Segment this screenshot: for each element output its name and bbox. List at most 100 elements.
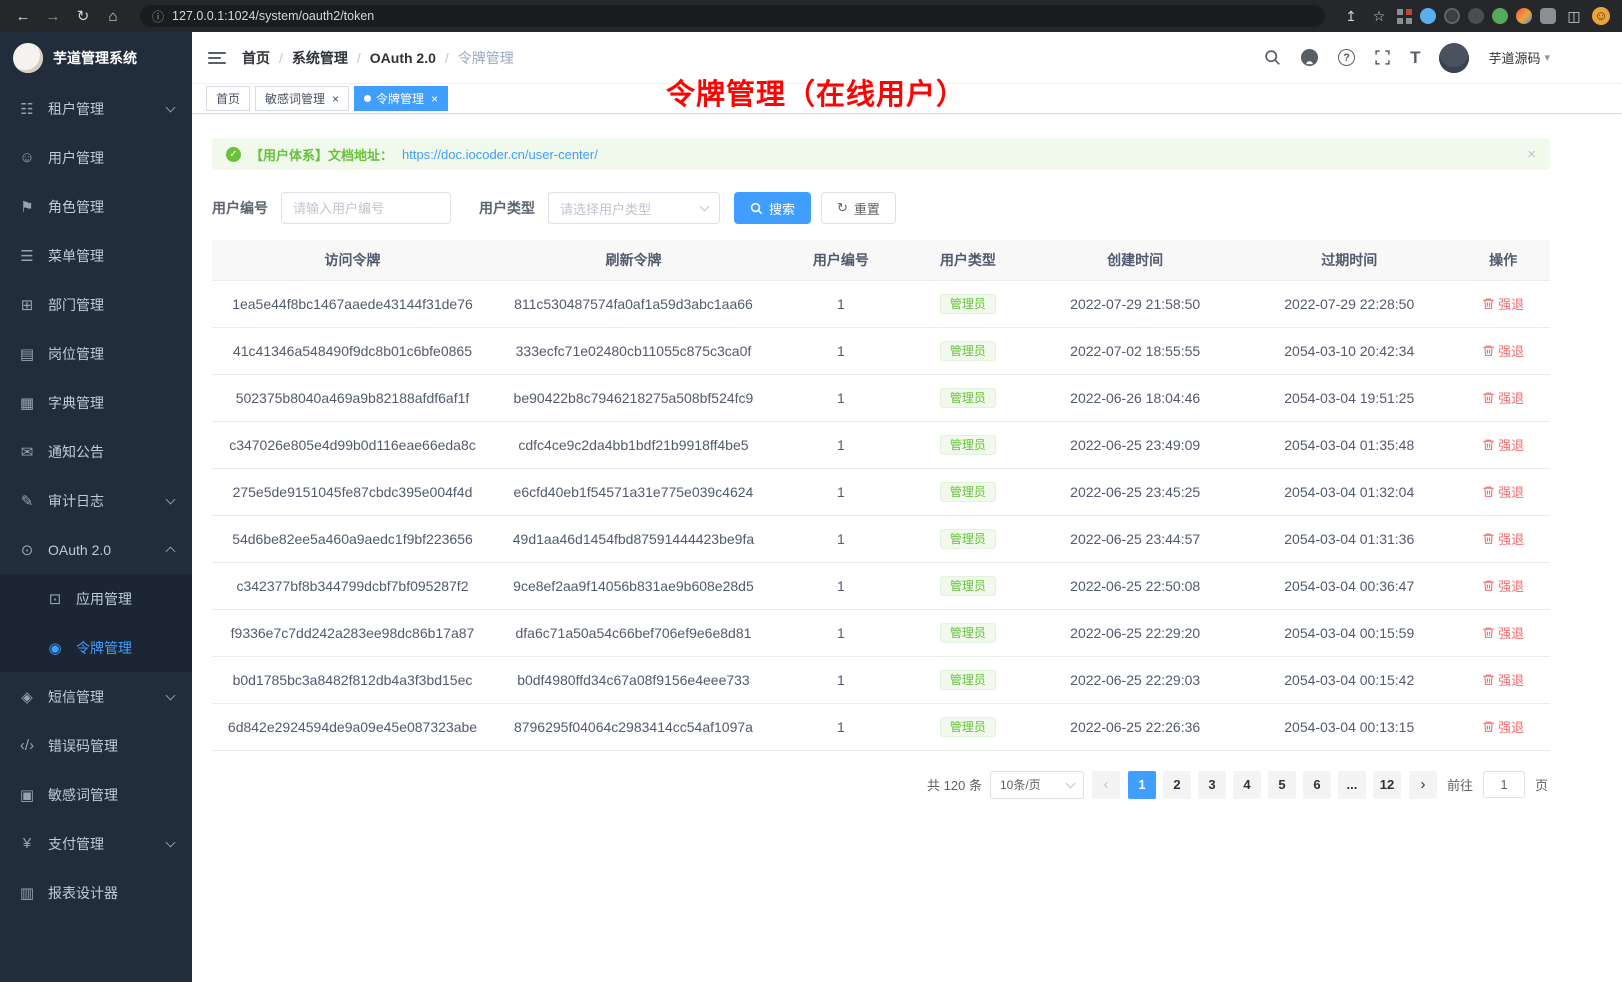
prev-page-button[interactable]: ‹ <box>1092 771 1120 799</box>
page-buttons: 123456...12 <box>1128 771 1401 799</box>
sidebar-item-user-management[interactable]: ☺用户管理 <box>0 133 192 182</box>
tab-sensitive-word[interactable]: 敏感词管理× <box>255 86 349 111</box>
bookmark-star-icon[interactable]: ☆ <box>1369 8 1389 25</box>
doc-link[interactable]: https://doc.iocoder.cn/user-center/ <box>402 147 598 162</box>
browser-reload-icon[interactable]: ↻ <box>72 7 94 25</box>
chevron-up-icon <box>166 547 176 557</box>
page-button-1[interactable]: 1 <box>1128 771 1156 799</box>
browser-home-icon[interactable]: ⌂ <box>102 8 124 25</box>
user-id-input[interactable] <box>281 192 451 224</box>
breadcrumb-oauth2[interactable]: OAuth 2.0 <box>370 50 436 66</box>
sidebar-item-label: 部门管理 <box>48 295 104 315</box>
dark-extension-icon-1[interactable] <box>1444 8 1460 24</box>
site-info-icon[interactable]: ⓘ <box>152 8 164 25</box>
breadcrumb-system[interactable]: 系统管理 <box>292 48 348 68</box>
expire-time-cell: 2054-03-04 19:51:25 <box>1242 374 1456 421</box>
sidebar-item-error-code-management[interactable]: ‹/›错误码管理 <box>0 721 192 770</box>
share-icon[interactable]: ↥ <box>1341 8 1361 25</box>
reset-button[interactable]: ↻ 重置 <box>821 192 896 224</box>
user-type-cell: 管理员 <box>908 280 1028 327</box>
alert-close-icon[interactable]: × <box>1527 146 1536 163</box>
sidebar-item-oauth2-application[interactable]: ⊡应用管理 <box>0 574 192 623</box>
sidebar-item-oauth2-token[interactable]: ◉令牌管理 <box>0 623 192 672</box>
page-button-5[interactable]: 5 <box>1268 771 1296 799</box>
font-size-icon[interactable]: T <box>1410 48 1420 68</box>
user-avatar[interactable] <box>1439 43 1469 73</box>
sidebar-item-dict-management[interactable]: ▦字典管理 <box>0 378 192 427</box>
tab-label: 令牌管理 <box>376 90 424 107</box>
user-type-cell: 管理员 <box>908 609 1028 656</box>
page-size-select[interactable]: 10条/页 <box>990 771 1084 799</box>
blue-extension-icon[interactable] <box>1420 8 1436 24</box>
tab-close-icon[interactable]: × <box>431 92 438 106</box>
force-logout-button[interactable]: 强退 <box>1482 623 1524 642</box>
sidebar-item-label: 报表设计器 <box>48 883 118 903</box>
sidebar-item-notice-management[interactable]: ✉通知公告 <box>0 427 192 476</box>
force-logout-button[interactable]: 强退 <box>1482 670 1524 689</box>
trash-icon <box>1482 626 1495 639</box>
page-button-3[interactable]: 3 <box>1198 771 1226 799</box>
search-button[interactable]: 搜索 <box>734 192 811 224</box>
tab-token[interactable]: 令牌管理 × <box>354 86 448 111</box>
user-type-tag: 管理员 <box>940 623 996 643</box>
force-logout-button[interactable]: 强退 <box>1482 341 1524 360</box>
content-area: ✓ 【用户体系】文档地址： https://doc.iocoder.cn/use… <box>192 114 1622 982</box>
user-id-cell: 1 <box>774 421 908 468</box>
page-button-2[interactable]: 2 <box>1163 771 1191 799</box>
chevron-down-icon <box>166 837 176 847</box>
browser-back-icon[interactable]: ← <box>12 8 34 25</box>
puzzle-extensions-icon[interactable] <box>1540 8 1556 24</box>
sidebar-item-sensitive-word-management[interactable]: ▣敏感词管理 <box>0 770 192 819</box>
sidebar-item-post-management[interactable]: ▤岗位管理 <box>0 329 192 378</box>
refresh-token-cell: 9ce8ef2aa9f14056b831ae9b608e28d5 <box>493 562 774 609</box>
table-row: b0d1785bc3a8482f812db4a3f3bd15ec b0df498… <box>212 656 1550 703</box>
sidebar-item-role-management[interactable]: ⚑角色管理 <box>0 182 192 231</box>
url-text: 127.0.0.1:1024/system/oauth2/token <box>172 9 374 23</box>
side-panel-icon[interactable]: ◫ <box>1564 8 1584 25</box>
sidebar-item-menu-management[interactable]: ☰菜单管理 <box>0 231 192 280</box>
col-user-id: 用户编号 <box>774 240 908 280</box>
force-logout-button[interactable]: 强退 <box>1482 294 1524 313</box>
goto-page-input[interactable] <box>1483 771 1525 798</box>
sidebar-item-audit-log[interactable]: ✎审计日志 <box>0 476 192 525</box>
user-menu[interactable]: 芋道源码 ▾ <box>1488 48 1550 67</box>
search-icon[interactable] <box>1264 49 1281 66</box>
broadcast-icon: ◉ <box>46 639 64 657</box>
user-type-cell: 管理员 <box>908 562 1028 609</box>
page-button-4[interactable]: 4 <box>1233 771 1261 799</box>
table-row: 54d6be82ee5a460a9aedc1f9bf223656 49d1aa4… <box>212 515 1550 562</box>
force-logout-button[interactable]: 强退 <box>1482 717 1524 736</box>
sidebar-item-oauth2[interactable]: ⊙OAuth 2.0 <box>0 525 192 574</box>
force-logout-button[interactable]: 强退 <box>1482 435 1524 454</box>
next-page-button[interactable]: › <box>1409 771 1437 799</box>
user-type-select[interactable]: 请选择用户类型 <box>548 192 720 224</box>
create-time-cell: 2022-06-25 22:26:36 <box>1028 703 1242 750</box>
green-extension-icon[interactable] <box>1492 8 1508 24</box>
force-logout-button[interactable]: 强退 <box>1482 482 1524 501</box>
more-pages-button[interactable]: ... <box>1338 771 1366 799</box>
colorful-extension-icon[interactable] <box>1516 8 1532 24</box>
browser-profile-avatar[interactable]: ☺ <box>1592 7 1610 25</box>
force-logout-button[interactable]: 强退 <box>1482 388 1524 407</box>
tab-home[interactable]: 首页 <box>206 86 250 111</box>
sidebar-item-dept-management[interactable]: ⊞部门管理 <box>0 280 192 329</box>
github-icon[interactable] <box>1300 48 1319 67</box>
force-logout-button[interactable]: 强退 <box>1482 529 1524 548</box>
dark-extension-icon-2[interactable] <box>1468 8 1484 24</box>
page-button-6[interactable]: 6 <box>1303 771 1331 799</box>
sidebar-item-payment-management[interactable]: ¥支付管理 <box>0 819 192 868</box>
browser-forward-icon[interactable]: → <box>42 8 64 25</box>
sidebar-item-report-designer[interactable]: ▥报表设计器 <box>0 868 192 917</box>
tab-close-icon[interactable]: × <box>332 92 339 106</box>
page-button-12[interactable]: 12 <box>1373 771 1401 799</box>
breadcrumb-home[interactable]: 首页 <box>242 48 270 68</box>
force-logout-button[interactable]: 强退 <box>1482 576 1524 595</box>
expire-time-cell: 2054-03-04 01:35:48 <box>1242 421 1456 468</box>
help-icon[interactable]: ? <box>1338 49 1355 66</box>
fullscreen-icon[interactable] <box>1374 49 1391 66</box>
sidebar-item-tenant-management[interactable]: ☷租户管理 <box>0 84 192 133</box>
extension-grid-icon[interactable] <box>1397 9 1412 24</box>
sidebar-item-sms-management[interactable]: ◈短信管理 <box>0 672 192 721</box>
address-bar[interactable]: ⓘ 127.0.0.1:1024/system/oauth2/token <box>140 5 1325 27</box>
collapse-menu-icon[interactable] <box>208 51 226 65</box>
